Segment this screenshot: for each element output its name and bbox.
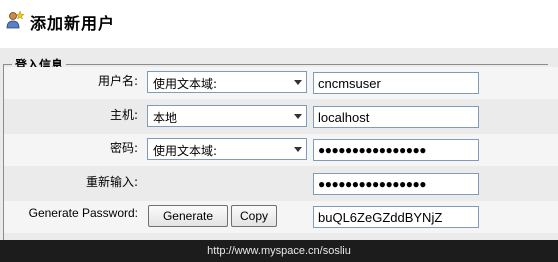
password-type-value: 使用文本域: — [153, 144, 218, 158]
password-row: 密码: 使用文本域: ●●●●●●●●●●●●●●●● — [4, 134, 558, 166]
retype-row: 重新输入: ●●●●●●●●●●●●●●●● — [4, 168, 558, 200]
host-label: 主机: — [109, 108, 138, 122]
page-header: 添加新用户 — [0, 0, 558, 44]
password-input[interactable]: ●●●●●●●●●●●●●●●● — [313, 139, 479, 161]
host-type-value: 本地 — [153, 111, 178, 125]
host-input[interactable]: localhost — [313, 106, 479, 128]
host-type-select[interactable]: 本地 — [147, 105, 307, 127]
host-row: 主机: 本地 localhost — [4, 101, 558, 133]
retype-password-input[interactable]: ●●●●●●●●●●●●●●●● — [313, 173, 479, 195]
password-label: 密码: — [109, 141, 138, 155]
password-type-select[interactable]: 使用文本域: — [147, 138, 307, 160]
chevron-down-icon — [294, 147, 302, 152]
page-title: 添加新用户 — [30, 14, 116, 33]
username-label: 用户名: — [97, 74, 138, 88]
username-input[interactable]: cncmsuser — [313, 72, 479, 94]
username-row: 用户名: 使用文本域: cncmsuser — [4, 67, 558, 99]
generate-button[interactable]: Generate — [148, 205, 228, 227]
generated-password-input[interactable]: buQL6ZeGZddBYNjZ — [313, 206, 479, 228]
generate-password-label: Generate Password: — [28, 206, 138, 220]
chevron-down-icon — [294, 80, 302, 85]
username-type-value: 使用文本域: — [153, 77, 218, 91]
chevron-down-icon — [294, 114, 302, 119]
username-type-select[interactable]: 使用文本域: — [147, 71, 307, 93]
copy-button[interactable]: Copy — [231, 205, 277, 227]
generate-password-row: Generate Password: Generate Copy buQL6Ze… — [4, 201, 558, 233]
add-user-icon — [6, 10, 24, 29]
watermark-bar: http://www.myspace.cn/sosliu — [0, 240, 558, 262]
retype-label: 重新输入: — [85, 175, 138, 189]
